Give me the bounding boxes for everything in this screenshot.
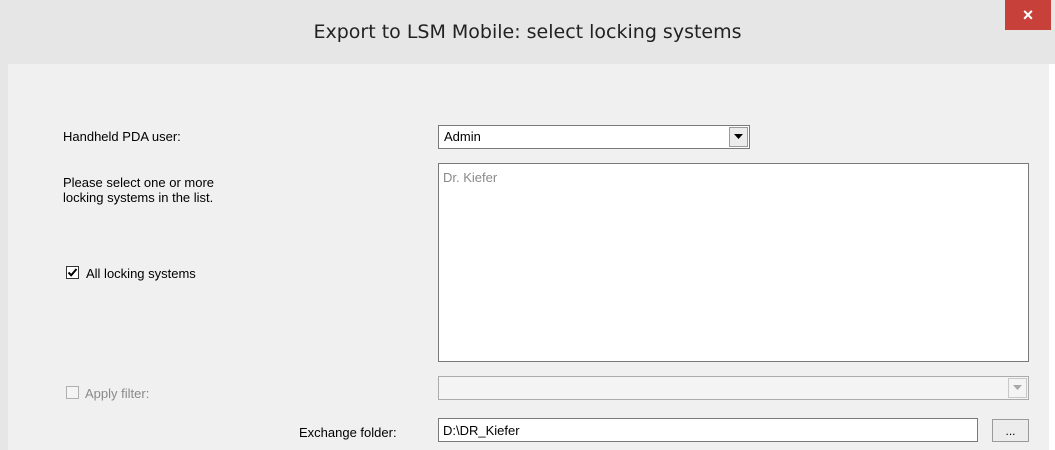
instruction-line-1: Please select one or more	[63, 175, 215, 190]
filter-select[interactable]	[438, 376, 1029, 400]
chevron-down-icon	[734, 134, 743, 139]
apply-filter-label: Apply filter:	[85, 386, 150, 401]
instruction-line-2: locking systems in the list.	[63, 190, 214, 205]
chevron-down-icon	[1013, 385, 1022, 390]
apply-filter-checkbox[interactable]	[66, 386, 79, 399]
exchange-folder-label: Exchange folder:	[299, 425, 397, 440]
list-item[interactable]: Dr. Kiefer	[443, 170, 497, 185]
dialog-title: Export to LSM Mobile: select locking sys…	[313, 21, 742, 43]
close-button[interactable]: ×	[1005, 0, 1051, 30]
window-frame-right	[1049, 64, 1055, 450]
pda-user-label: Handheld PDA user:	[63, 129, 181, 144]
exchange-folder-input[interactable]: D:\DR_Kiefer	[438, 418, 978, 442]
all-locking-systems-checkbox[interactable]	[66, 266, 79, 279]
pda-user-dropdown-button[interactable]	[729, 127, 748, 147]
pda-user-value: Admin	[444, 129, 481, 144]
browse-folder-button[interactable]: ...	[992, 419, 1029, 442]
close-icon: ×	[1022, 4, 1034, 25]
window-frame-left	[0, 0, 8, 450]
filter-dropdown-button[interactable]	[1008, 378, 1027, 398]
checkmark-icon	[67, 268, 78, 277]
pda-user-select[interactable]: Admin	[438, 125, 750, 149]
all-locking-systems-label: All locking systems	[86, 266, 196, 281]
exchange-folder-value: D:\DR_Kiefer	[443, 423, 520, 438]
locking-systems-list[interactable]: Dr. Kiefer	[438, 163, 1029, 362]
export-dialog: Export to LSM Mobile: select locking sys…	[0, 0, 1055, 450]
